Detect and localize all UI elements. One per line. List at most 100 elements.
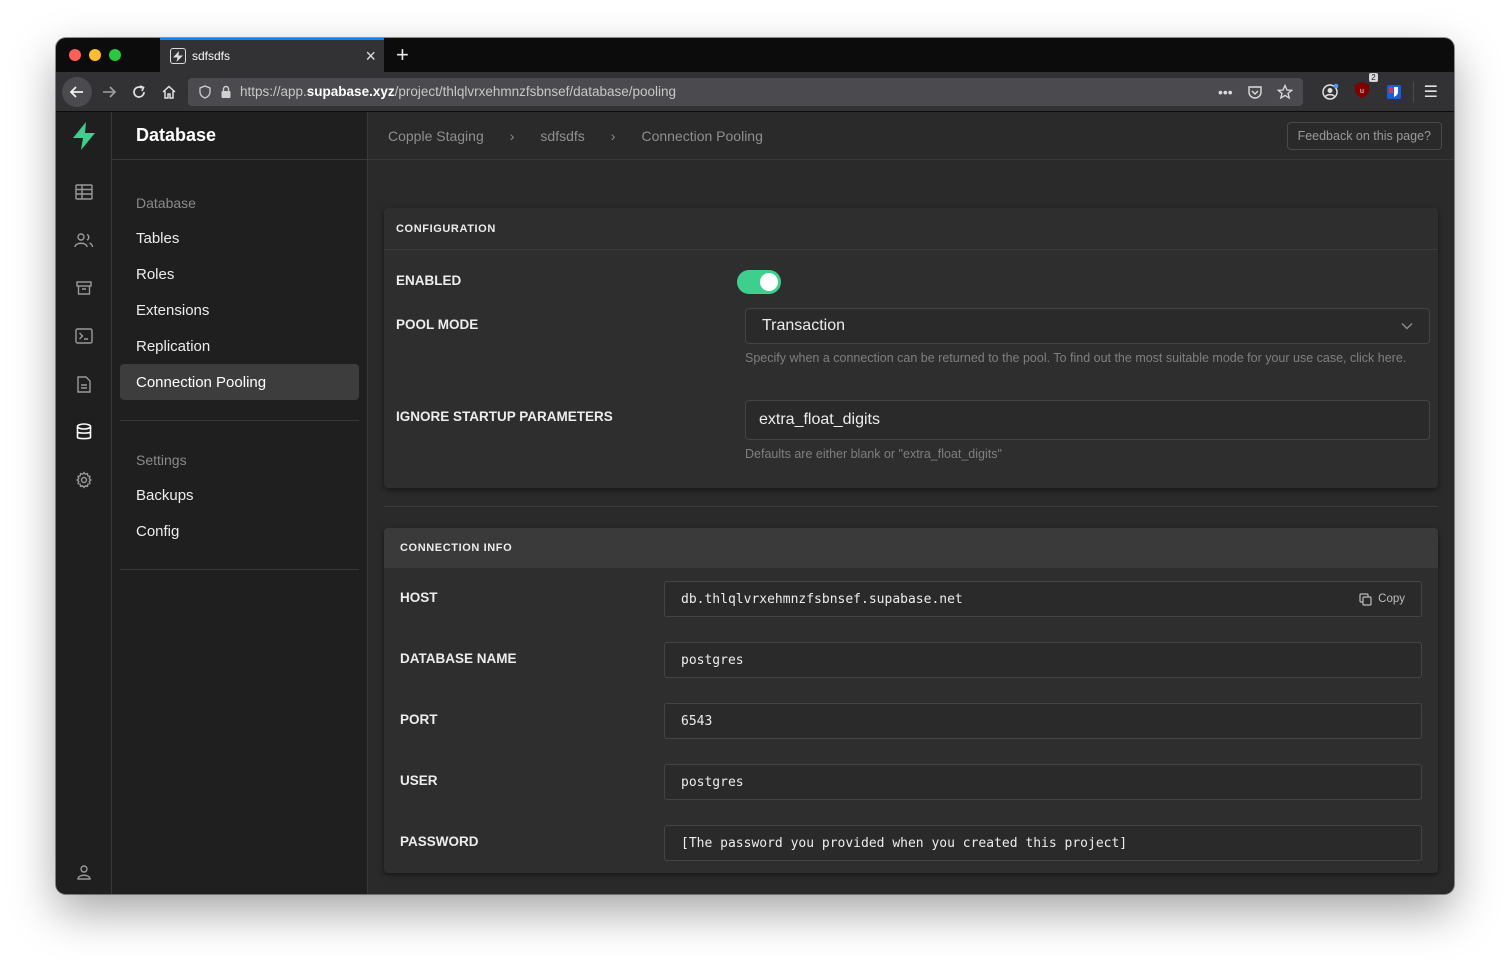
pocket-icon[interactable] [1247, 84, 1263, 100]
lock-icon[interactable] [220, 85, 232, 99]
port-value: 6543 [681, 713, 713, 729]
chevron-down-icon [1401, 319, 1413, 333]
sidebar-item-connection-pooling[interactable]: Connection Pooling [120, 364, 359, 400]
sidebar-item-tables[interactable]: Tables [120, 220, 359, 256]
database-name-label: DATABASE NAME [400, 651, 517, 666]
database-name-field[interactable]: postgres [664, 642, 1422, 678]
sidebar-title: Database [112, 112, 367, 160]
url-actions: ••• [1218, 83, 1293, 100]
toggle-knob [760, 273, 778, 291]
svg-text:u: u [1360, 88, 1364, 95]
browser-window: sdfsdfs × + https://app.supabase.xyz/pro… [56, 38, 1454, 894]
breadcrumb-org[interactable]: Copple Staging [388, 128, 484, 144]
pool-mode-select[interactable]: Transaction [745, 308, 1430, 344]
sidebar-divider [120, 420, 359, 421]
database-icon[interactable] [72, 420, 96, 444]
ignore-startup-help: Defaults are either blank or "extra_floa… [745, 447, 1002, 461]
storage-archive-icon[interactable] [72, 276, 96, 300]
port-field[interactable]: 6543 [664, 703, 1422, 739]
account-icon[interactable] [1321, 83, 1339, 101]
tab-title: sdfsdfs [192, 49, 231, 63]
pool-mode-help: Specify when a connection can be returne… [745, 351, 1407, 365]
forward-button[interactable] [94, 77, 124, 107]
ignore-startup-input[interactable]: extra_float_digits [745, 400, 1430, 440]
extension-icons: u 2 [1311, 72, 1413, 103]
breadcrumb-project[interactable]: sdfsdfs [540, 128, 584, 144]
settings-gear-icon[interactable] [72, 468, 96, 492]
url-text[interactable]: https://app.supabase.xyz/project/thlqlvr… [240, 84, 1210, 99]
browser-tab[interactable]: sdfsdfs × [160, 38, 384, 72]
supabase-app: Database Database Tables Roles Extension… [56, 112, 1454, 894]
tab-strip: sdfsdfs × + [56, 38, 1454, 72]
sidebar-divider-bottom [120, 569, 359, 570]
sidebar-item-config[interactable]: Config [120, 513, 359, 549]
sidebar-item-replication[interactable]: Replication [120, 328, 359, 364]
sidebar-section-database: Database [136, 195, 196, 211]
minimize-window-button[interactable] [89, 49, 101, 61]
back-button[interactable] [62, 76, 92, 107]
window-controls [56, 38, 160, 72]
supabase-logo-icon[interactable] [72, 122, 96, 150]
connection-info-panel: CONNECTION INFO HOST db.thlqlvrxehmnzfsb… [384, 528, 1438, 873]
chevron-right-icon: › [509, 127, 515, 144]
ignore-startup-label: IGNORE STARTUP PARAMETERS [396, 409, 613, 424]
ublock-badge: 2 [1369, 72, 1378, 82]
shield-icon[interactable] [198, 84, 212, 99]
users-icon[interactable] [72, 228, 96, 252]
sidebar-section-settings: Settings [136, 452, 187, 468]
profile-user-icon[interactable] [72, 860, 96, 884]
bookmark-star-icon[interactable] [1276, 83, 1293, 100]
arrow-left-icon [69, 85, 83, 98]
pool-mode-label: POOL MODE [396, 317, 479, 332]
document-icon[interactable] [72, 372, 96, 396]
main-content: Copple Staging › sdfsdfs › Connection Po… [368, 112, 1454, 894]
section-divider [384, 506, 1438, 507]
password-label: PASSWORD [400, 834, 479, 849]
enabled-toggle[interactable] [737, 270, 781, 294]
ublock-extension[interactable]: u 2 [1353, 72, 1378, 103]
url-domain: supabase.xyz [306, 84, 395, 99]
home-button[interactable] [154, 77, 184, 107]
ublock-icon: u [1354, 81, 1369, 98]
icon-rail [56, 112, 112, 894]
user-label: USER [400, 773, 438, 788]
enabled-label: ENABLED [396, 273, 462, 288]
host-value: db.thlqlvrxehmnzfsbnsef.supabase.net [681, 591, 963, 607]
url-path: /project/thlqlvrxehmnzfsbnsef/database/p… [394, 84, 677, 99]
arrow-right-icon [103, 85, 117, 98]
host-label: HOST [400, 590, 438, 605]
more-actions-icon[interactable]: ••• [1218, 84, 1233, 100]
sql-terminal-icon[interactable] [72, 324, 96, 348]
pool-mode-value: Transaction [762, 317, 845, 334]
new-tab-button[interactable]: + [384, 38, 421, 72]
database-name-value: postgres [681, 652, 744, 668]
url-prefix: https://app. [240, 84, 307, 99]
breadcrumb-page[interactable]: Connection Pooling [641, 128, 762, 144]
home-icon [162, 84, 176, 99]
configuration-panel: CONFIGURATION ENABLED POOL MODE Transact… [384, 208, 1438, 488]
reload-button[interactable] [124, 77, 154, 107]
hamburger-menu-icon[interactable]: ☰ [1412, 81, 1448, 102]
copy-icon [1359, 592, 1372, 606]
supabase-favicon-icon [170, 48, 186, 64]
host-field[interactable]: db.thlqlvrxehmnzfsbnsef.supabase.net Cop… [664, 581, 1422, 617]
bitwarden-icon[interactable] [1385, 83, 1403, 101]
browser-toolbar: https://app.supabase.xyz/project/thlqlvr… [56, 72, 1454, 112]
copy-label: Copy [1378, 593, 1405, 605]
close-window-button[interactable] [69, 49, 81, 61]
configuration-heading: CONFIGURATION [384, 208, 1438, 250]
sidebar: Database Database Tables Roles Extension… [112, 112, 368, 894]
user-value: postgres [681, 774, 744, 790]
zoom-window-button[interactable] [109, 49, 121, 61]
port-label: PORT [400, 712, 438, 727]
address-bar[interactable]: https://app.supabase.xyz/project/thlqlvr… [188, 77, 1303, 106]
sidebar-item-roles[interactable]: Roles [120, 256, 359, 292]
sidebar-item-extensions[interactable]: Extensions [120, 292, 359, 328]
password-field[interactable]: [The password you provided when you crea… [664, 825, 1422, 861]
feedback-button[interactable]: Feedback on this page? [1286, 121, 1442, 150]
sidebar-item-backups[interactable]: Backups [120, 477, 359, 513]
table-editor-icon[interactable] [72, 180, 96, 204]
copy-host-button[interactable]: Copy [1359, 592, 1405, 606]
user-field[interactable]: postgres [664, 764, 1422, 800]
tab-close-icon[interactable]: × [365, 47, 376, 65]
